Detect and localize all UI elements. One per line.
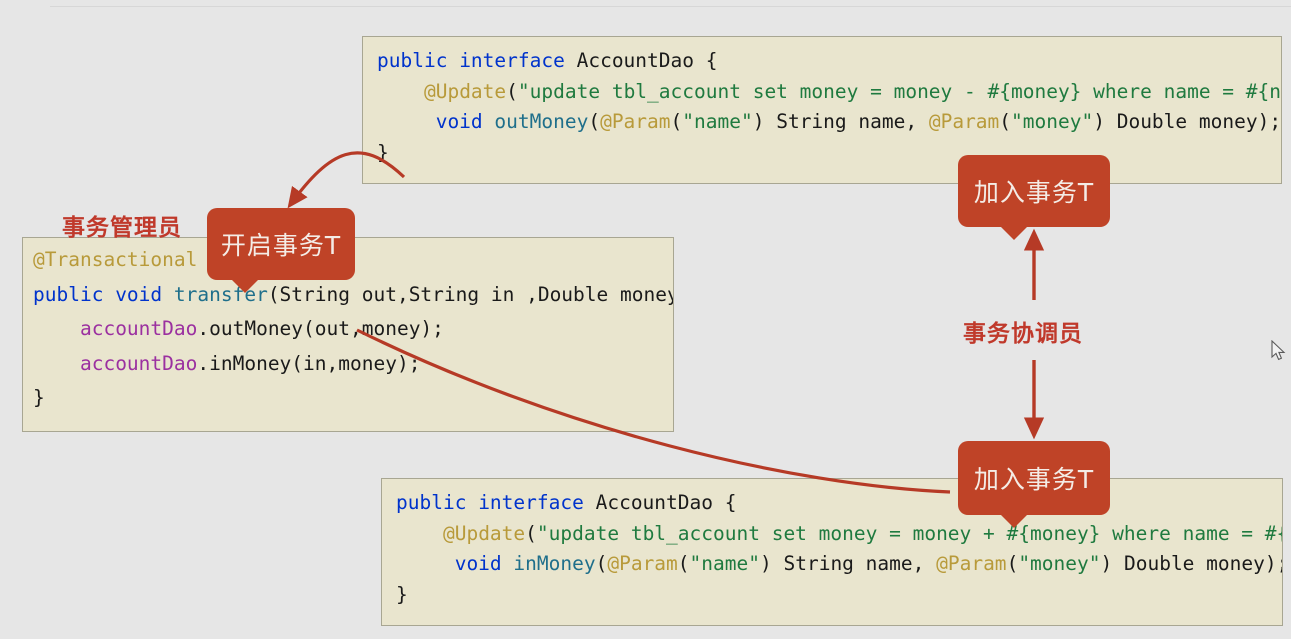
code-token: "update tbl_account set money = money - …	[518, 80, 1282, 103]
code-token: @Param	[929, 110, 999, 133]
code-token: @Param	[936, 552, 1006, 575]
code-token: "name"	[682, 110, 752, 133]
code-line: @Update("update tbl_account set money = …	[377, 82, 1281, 102]
top-divider	[50, 6, 1291, 7]
code-token: .inMoney(in,money);	[197, 352, 420, 375]
code-token: @Transactional	[33, 248, 197, 271]
code-token	[377, 110, 436, 133]
code-line: public void transfer(String out,String i…	[33, 285, 673, 305]
code-token: "name"	[690, 552, 760, 575]
code-token: }	[396, 583, 408, 606]
code-token: (	[596, 552, 608, 575]
code-token: interface	[478, 491, 595, 514]
code-token: void	[436, 110, 495, 133]
code-token: AccountDao {	[596, 491, 737, 514]
code-token: (	[678, 552, 690, 575]
code-line: void outMoney(@Param("name") String name…	[377, 112, 1281, 132]
code-token: (	[999, 110, 1011, 133]
callout-join-transaction-bottom-label: 加入事务T	[974, 460, 1094, 496]
code-token: ) Double money);	[1093, 110, 1281, 133]
mouse-cursor-icon	[1271, 340, 1287, 362]
code-line: accountDao.outMoney(out,money);	[33, 319, 673, 339]
code-token: accountDao	[80, 317, 197, 340]
code-token: void	[455, 552, 514, 575]
label-transaction-manager: 事务管理员	[62, 208, 182, 242]
code-token	[377, 80, 424, 103]
callout-join-transaction-bottom[interactable]: 加入事务T	[958, 441, 1110, 515]
code-token	[396, 522, 443, 545]
code-token: }	[377, 141, 389, 164]
code-token: (String out,String in ,Double money) {	[268, 283, 674, 306]
code-token: accountDao	[80, 352, 197, 375]
code-token: }	[33, 386, 45, 409]
code-token: "money"	[1018, 552, 1100, 575]
code-token: ) Double money);	[1101, 552, 1284, 575]
code-token: @Update	[443, 522, 525, 545]
code-token: .outMoney(out,money);	[197, 317, 444, 340]
code-line: public interface AccountDao {	[396, 493, 1282, 513]
callout-join-transaction-top[interactable]: 加入事务T	[958, 155, 1110, 227]
code-panel-out-money: public interface AccountDao { @Update("u…	[362, 36, 1282, 184]
callout-join-transaction-top-label: 加入事务T	[974, 173, 1094, 209]
code-token: "update tbl_account set money = money + …	[537, 522, 1283, 545]
code-token: @Param	[600, 110, 670, 133]
code-line: public interface AccountDao {	[377, 51, 1281, 71]
code-token: ) String name,	[753, 110, 929, 133]
callout-tail-icon	[231, 279, 259, 293]
code-line: }	[33, 388, 673, 408]
callout-tail-icon	[1000, 226, 1028, 240]
code-token: @Update	[424, 80, 506, 103]
code-token: (	[671, 110, 683, 133]
code-token: public	[33, 283, 115, 306]
code-token	[33, 317, 80, 340]
code-line: }	[377, 143, 1281, 163]
code-token: outMoney	[494, 110, 588, 133]
code-token	[396, 552, 455, 575]
code-panel-in-money: public interface AccountDao { @Update("u…	[381, 478, 1283, 626]
label-transaction-coordinator: 事务协调员	[963, 314, 1083, 348]
callout-start-transaction-label: 开启事务T	[221, 226, 341, 262]
code-token: "money"	[1011, 110, 1093, 133]
code-token: public	[396, 491, 478, 514]
code-token: interface	[459, 49, 576, 72]
code-token: inMoney	[513, 552, 595, 575]
code-line: @Update("update tbl_account set money = …	[396, 524, 1282, 544]
code-token: public	[377, 49, 459, 72]
code-token: void	[115, 283, 174, 306]
diagram-canvas: public interface AccountDao { @Update("u…	[0, 0, 1291, 639]
code-token: (	[525, 522, 537, 545]
code-token: (	[506, 80, 518, 103]
code-line: }	[396, 585, 1282, 605]
code-token: @Param	[607, 552, 677, 575]
code-token: (	[588, 110, 600, 133]
callout-start-transaction[interactable]: 开启事务T	[207, 208, 355, 280]
callout-tail-icon	[1000, 514, 1028, 528]
code-token: AccountDao {	[577, 49, 718, 72]
code-token	[33, 352, 80, 375]
code-token: ) String name,	[760, 552, 936, 575]
code-line: void inMoney(@Param("name") String name,…	[396, 554, 1282, 574]
code-line: accountDao.inMoney(in,money);	[33, 354, 673, 374]
code-token: (	[1007, 552, 1019, 575]
